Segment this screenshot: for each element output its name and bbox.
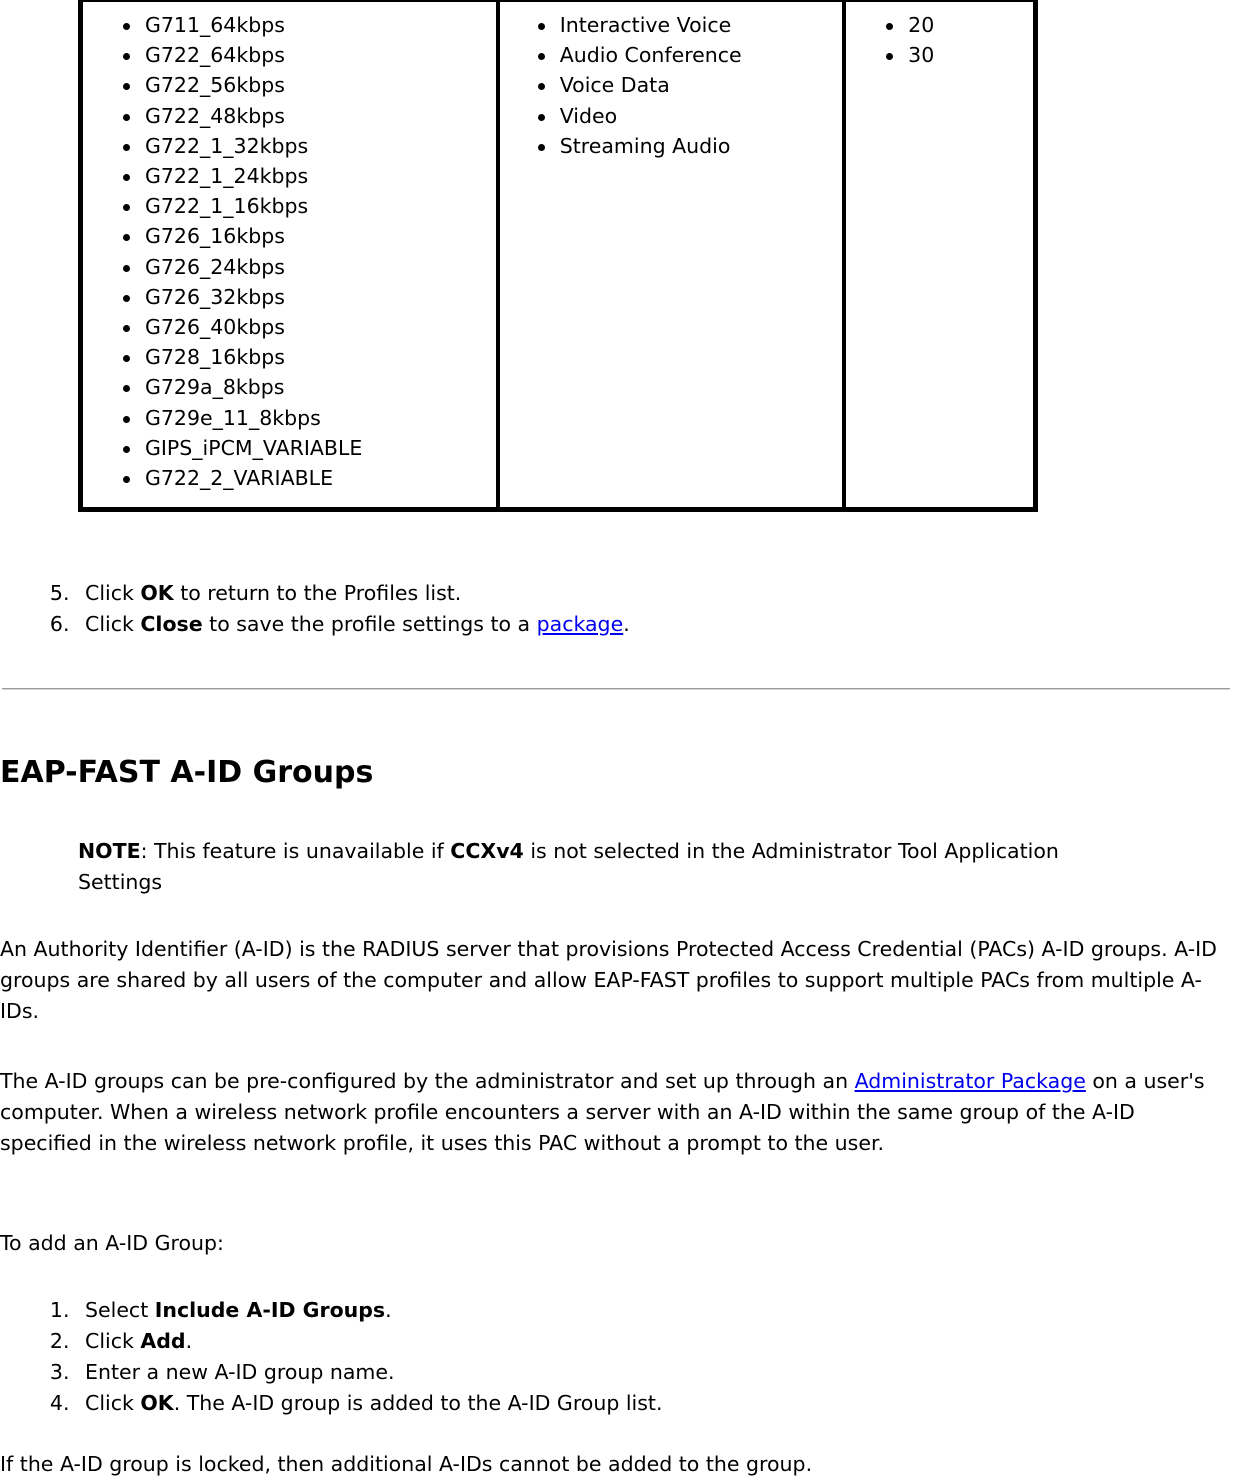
paragraph-text-before-link: The A-ID groups can be pre-configured by… [0,1069,855,1093]
codec-label: G722_1_32kbps [145,133,309,158]
step-prefix: Click [85,581,141,605]
list-item: G726_16kbps [83,221,496,251]
paragraph-to-add-group: To add an A-ID Group: [0,1231,224,1255]
step-suffix: to return to the Profiles list. [173,581,462,605]
administrator-package-link[interactable]: Administrator Package [855,1069,1086,1093]
list-item: Voice Data [500,70,842,100]
step-bold-close: Close [140,612,203,636]
codec-table: G711_64kbps G722_64kbps G722_56kbps G722… [78,0,1038,513]
step-prefix: Select [85,1298,155,1322]
list-item: Video [500,101,842,131]
usage-label: Video [559,103,618,128]
list-item: Enter a new A-ID group name. [76,1357,662,1388]
note-text-before: : This feature is unavailable if [140,839,451,863]
table-cell-values: 20 30 [844,0,1035,510]
step-suffix: . [385,1298,392,1322]
package-link[interactable]: package [537,612,624,636]
step-suffix: . [185,1329,193,1353]
codec-label: G722_48kbps [145,103,285,128]
codec-label: G711_64kbps [145,13,285,37]
list-item: G726_24kbps [83,252,496,282]
list-item: Streaming Audio [500,131,842,161]
value-label: 30 [908,43,935,68]
codec-list: G711_64kbps G722_64kbps G722_56kbps G722… [83,2,496,507]
codec-label: G726_16kbps [145,224,285,249]
list-item: G729e_11_8kbps [83,403,496,433]
table-cell-usage: Interactive Voice Audio Conference Voice… [497,0,845,510]
step-suffix: . The A-ID group is added to the A-ID Gr… [173,1391,663,1415]
list-item: Click Add. [76,1326,662,1357]
note-block: NOTE: This feature is unavailable if CCX… [78,836,1108,898]
step-prefix: Enter a new A-ID group name. [85,1360,395,1384]
codec-label: G726_24kbps [145,254,285,279]
usage-label: Audio Conference [559,43,742,68]
list-item: G711_64kbps [83,10,496,40]
codec-label: G722_1_24kbps [145,164,309,189]
list-item: Click Close to save the profile settings… [76,609,630,640]
section-divider [2,688,1230,690]
list-item: G729a_8kbps [83,372,496,402]
list-item: G728_16kbps [83,342,496,372]
step-bold-ok: OK [140,1391,174,1415]
add-group-steps-list: Select Include A-ID Groups. Click Add. E… [0,1295,662,1419]
step-bold-include-aid-groups: Include A-ID Groups [154,1298,386,1322]
page-title: EAP-FAST A-ID Groups [0,755,374,790]
list-item: G726_40kbps [83,312,496,342]
codec-label: G729a_8kbps [145,375,285,400]
list-item: G722_64kbps [83,40,496,70]
usage-label: Interactive Voice [559,13,732,37]
list-item: G722_2_VARIABLE [83,463,496,493]
list-item: Audio Conference [500,40,842,70]
codec-table-container: G711_64kbps G722_64kbps G722_56kbps G722… [78,0,1038,513]
list-item: Click OK. The A-ID group is added to the… [76,1388,662,1419]
usage-list: Interactive Voice Audio Conference Voice… [500,2,842,175]
usage-label: Voice Data [559,73,670,98]
list-item: Click OK to return to the Profiles list. [76,578,630,609]
codec-label: G722_56kbps [145,73,285,98]
list-item: G722_1_16kbps [83,191,496,221]
usage-label: Streaming Audio [559,133,731,158]
list-item: G722_48kbps [83,101,496,131]
list-item: G726_32kbps [83,282,496,312]
list-item: G722_1_32kbps [83,131,496,161]
list-item: G722_1_24kbps [83,161,496,191]
value-list: 20 30 [846,2,1033,84]
step-prefix: Click [85,1391,141,1415]
step-bold-ok: OK [140,581,174,605]
list-item: Select Include A-ID Groups. [76,1295,662,1326]
paragraph-authority-identifier: An Authority Identifier (A-ID) is the RA… [0,937,1217,1023]
codec-label: GIPS_iPCM_VARIABLE [145,435,363,460]
step-after-link: . [623,612,630,636]
step-suffix: to save the profile settings to a [202,612,537,636]
codec-label: G722_64kbps [145,43,285,68]
table-cell-codecs: G711_64kbps G722_64kbps G722_56kbps G722… [81,0,498,510]
note-bold-ccxv4: CCXv4 [450,839,524,863]
paragraph-locked-group: If the A-ID group is locked, then additi… [0,1452,813,1476]
codec-label: G729e_11_8kbps [145,405,321,430]
table-row: G711_64kbps G722_64kbps G722_56kbps G722… [81,0,1035,510]
paragraph-preconfigure: The A-ID groups can be pre-configured by… [0,1066,1225,1159]
step-prefix: Click [85,1329,141,1353]
codec-label: G726_40kbps [145,315,285,340]
list-item: 20 [846,10,1033,40]
list-item: G722_56kbps [83,70,496,100]
codec-label: G728_16kbps [145,345,285,370]
value-label: 20 [908,13,935,37]
step-prefix: Click [85,612,141,636]
codec-label: G726_32kbps [145,284,285,309]
list-item: Interactive Voice [500,10,842,40]
list-item: GIPS_iPCM_VARIABLE [83,433,496,463]
list-item: 30 [846,40,1033,70]
note-label: NOTE [78,839,141,863]
step-bold-add: Add [140,1329,186,1353]
codec-label: G722_2_VARIABLE [145,466,334,491]
codec-label: G722_1_16kbps [145,194,309,219]
profile-steps-list: Click OK to return to the Profiles list.… [0,578,630,640]
